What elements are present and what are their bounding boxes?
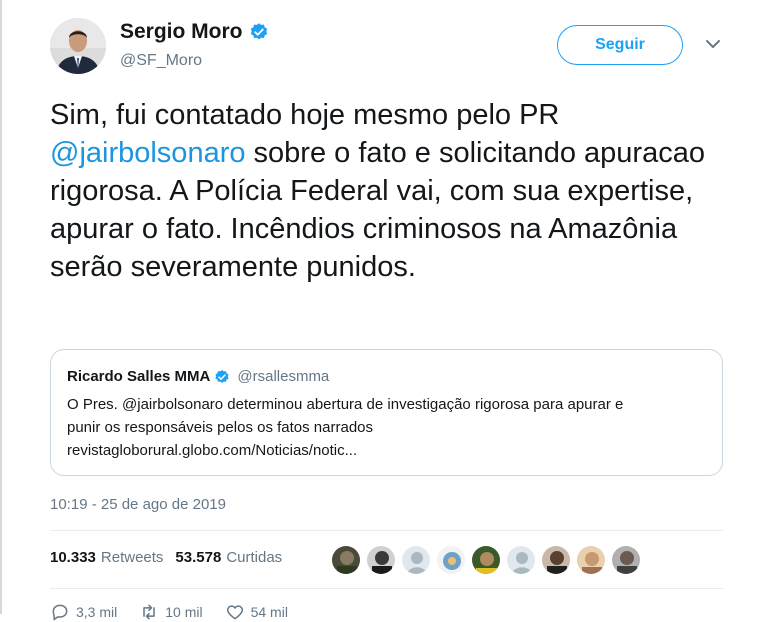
quoted-link: revistagloborural.globo.com/Noticias/not…: [67, 442, 358, 459]
verified-badge-icon: [215, 369, 229, 383]
retweet-action-count: 10 mil: [165, 604, 203, 620]
author-avatar[interactable]: [50, 18, 106, 74]
liker-avatar[interactable]: [366, 545, 396, 575]
verified-badge-icon: [250, 23, 267, 40]
quoted-text-line-2: punir os responsáveis pelos os fatos nar…: [67, 419, 374, 436]
tweet-timestamp[interactable]: 10:19 - 25 de ago de 2019: [50, 496, 226, 513]
liker-avatar[interactable]: [401, 545, 431, 575]
tweet-text-part1: Sim, fui contatado hoje mesmo pelo PR: [50, 99, 560, 131]
like-action[interactable]: 54 mil: [225, 602, 288, 622]
retweet-count[interactable]: 10.333: [50, 549, 96, 566]
quoted-tweet-header: Ricardo Salles MMA @rsallesmma: [67, 368, 706, 385]
like-icon: [226, 605, 243, 620]
retweet-label[interactable]: Retweets: [101, 549, 164, 566]
liker-avatars: [331, 545, 641, 575]
like-label[interactable]: Curtidas: [226, 549, 282, 566]
retweet-icon: [143, 604, 155, 620]
chevron-down-icon[interactable]: [704, 37, 722, 51]
reply-count: 3,3 mil: [76, 604, 118, 620]
like-count[interactable]: 53.578: [175, 549, 221, 566]
retweet-action[interactable]: 10 mil: [139, 602, 203, 622]
liker-avatar[interactable]: [471, 545, 501, 575]
author-handle[interactable]: @SF_Moro: [120, 52, 202, 70]
quoted-tweet-body: O Pres. @jairbolsonaro determinou abertu…: [67, 393, 706, 462]
quoted-author-name: Ricardo Salles MMA: [67, 368, 211, 385]
mention-link[interactable]: @jairbolsonaro: [50, 137, 245, 169]
divider: [50, 530, 723, 531]
divider: [50, 588, 723, 589]
liker-avatar[interactable]: [331, 545, 361, 575]
reply-icon: [52, 604, 68, 621]
follow-button[interactable]: Seguir: [557, 25, 683, 65]
tweet-actions: 3,3 mil 10 mil 54 mil: [50, 602, 288, 622]
reply-action[interactable]: 3,3 mil: [50, 602, 117, 622]
liker-avatar[interactable]: [611, 545, 641, 575]
liker-avatar[interactable]: [506, 545, 536, 575]
engagement-stats: 10.333 Retweets 53.578 Curtidas: [50, 549, 282, 566]
quoted-text-line-1: O Pres. @jairbolsonaro determinou abertu…: [67, 396, 624, 413]
tweet-text: Sim, fui contatado hoje mesmo pelo PR @j…: [50, 96, 740, 286]
quoted-tweet-card[interactable]: Ricardo Salles MMA @rsallesmma O Pres. @…: [50, 349, 723, 476]
left-border: [0, 0, 2, 614]
like-action-count: 54 mil: [250, 604, 288, 620]
author-name-row: Sergio Moro: [120, 20, 269, 44]
liker-avatar[interactable]: [576, 545, 606, 575]
author-display-name[interactable]: Sergio Moro: [120, 20, 243, 44]
quoted-author-handle: @rsallesmma: [237, 368, 330, 385]
liker-avatar[interactable]: [436, 545, 466, 575]
liker-avatar[interactable]: [541, 545, 571, 575]
